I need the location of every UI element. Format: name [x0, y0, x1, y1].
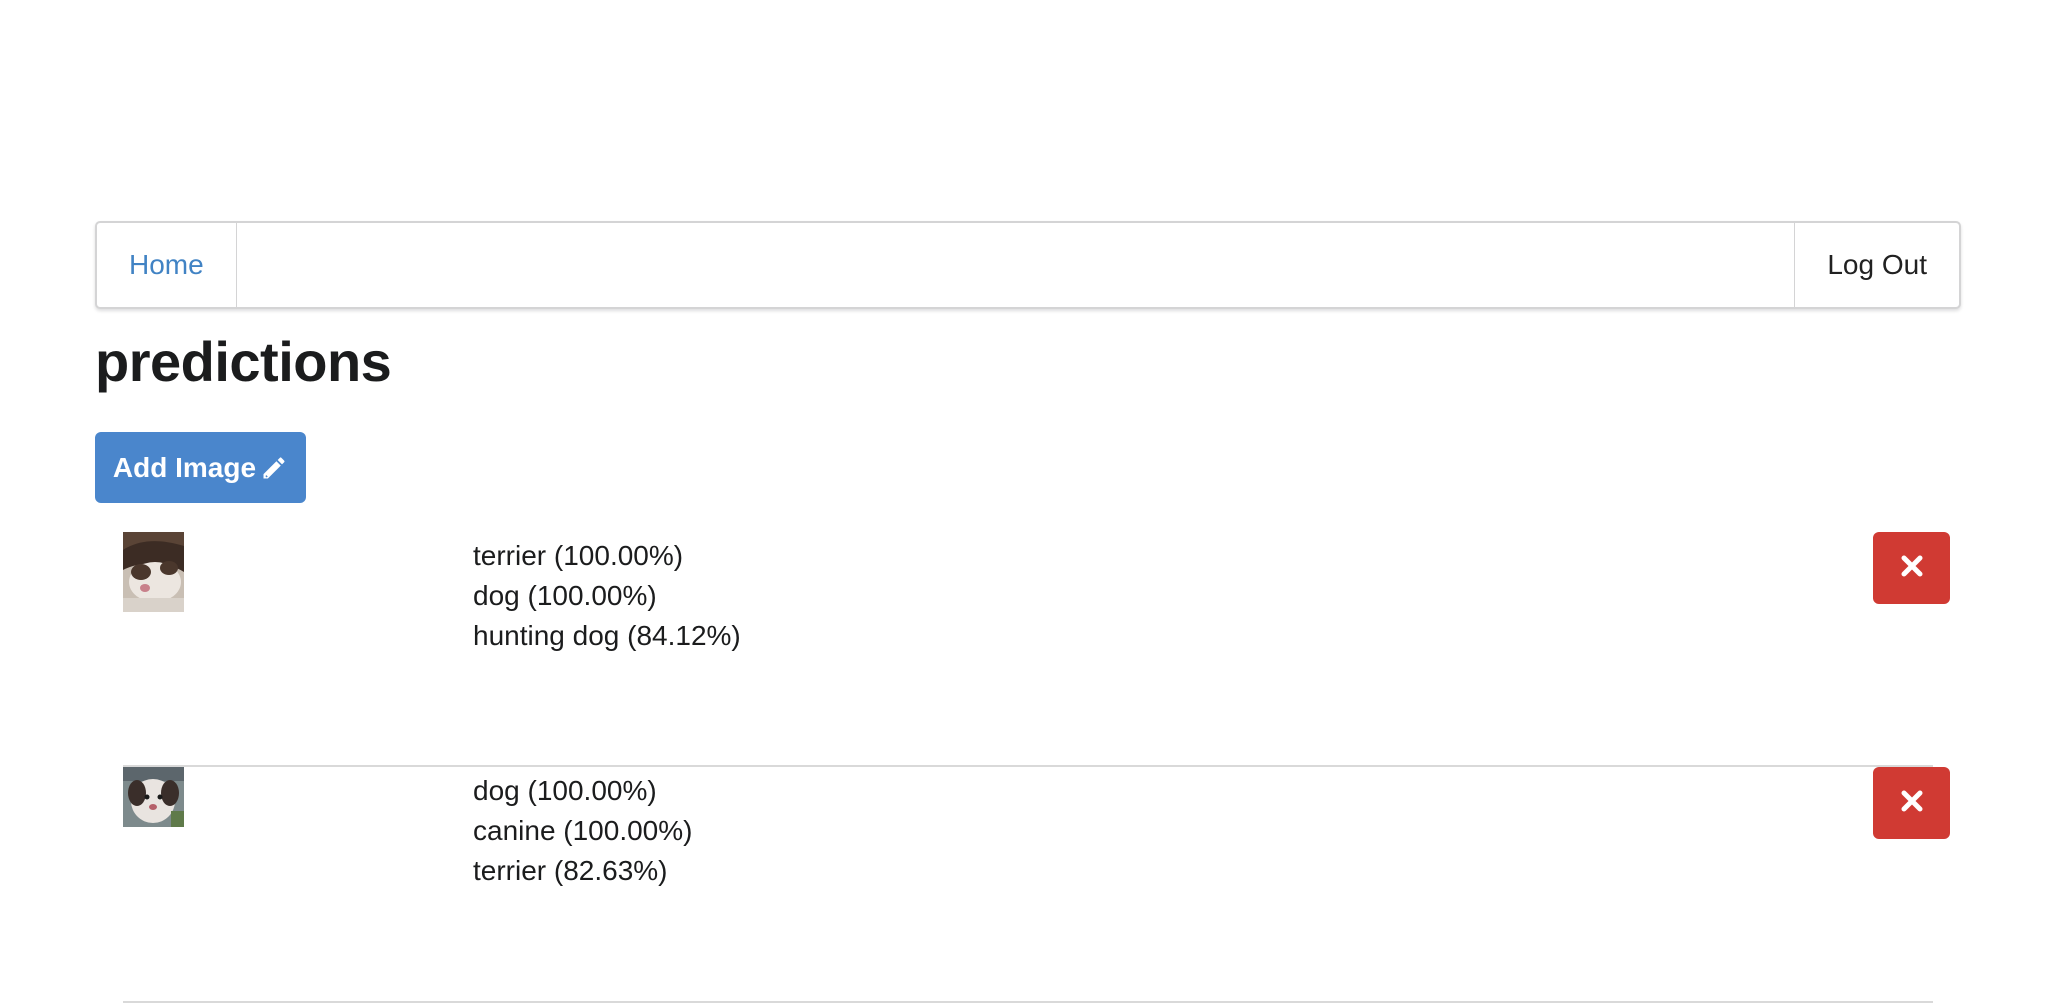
page-title: predictions: [95, 330, 392, 393]
prediction-label: canine (100.00%): [473, 815, 693, 846]
close-icon: [1901, 555, 1923, 582]
prediction-label: hunting dog (84.12%): [473, 620, 741, 651]
prediction-label: terrier (100.00%): [473, 540, 684, 571]
prediction-label: terrier (82.63%): [473, 855, 668, 886]
nav-home-link[interactable]: Home: [97, 223, 237, 307]
delete-button[interactable]: [1873, 767, 1950, 839]
prediction-list: terrier (100.00%) dog (100.00%) hunting …: [123, 532, 1950, 1003]
prediction-labels: terrier (100.00%) dog (100.00%) hunting …: [473, 536, 741, 656]
prediction-row: dog (100.00%) canine (100.00%) terrier (…: [123, 767, 1950, 1003]
prediction-row: terrier (100.00%) dog (100.00%) hunting …: [123, 532, 1950, 767]
close-icon: [1901, 790, 1923, 817]
add-image-button[interactable]: Add Image: [95, 432, 306, 503]
delete-button[interactable]: [1873, 532, 1950, 604]
nav-logout-link[interactable]: Log Out: [1794, 223, 1959, 307]
prediction-label: dog (100.00%): [473, 580, 657, 611]
prediction-labels: dog (100.00%) canine (100.00%) terrier (…: [473, 771, 692, 891]
add-image-label: Add Image: [112, 451, 257, 483]
pencil-icon: [260, 454, 288, 482]
main-container: Home Log Out predictions Add Image terri…: [95, 221, 1961, 1003]
dog-thumbnail-image: [123, 767, 184, 827]
top-navbar: Home Log Out: [95, 221, 1961, 309]
dog-thumbnail-image: [123, 532, 184, 612]
prediction-label: dog (100.00%): [473, 775, 657, 806]
